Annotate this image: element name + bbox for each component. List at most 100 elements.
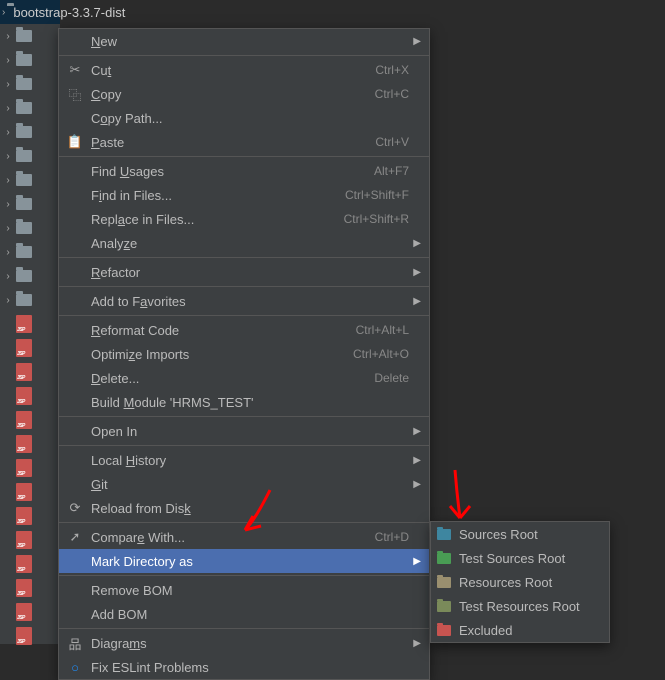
chevron-right-icon: ▶ bbox=[413, 296, 421, 307]
submenu-item-label: Test Resources Root bbox=[459, 599, 580, 614]
tree-folder[interactable]: › bbox=[0, 264, 60, 288]
menu-item-cut[interactable]: ✂CutCtrl+X bbox=[59, 58, 429, 82]
tree-folder[interactable]: › bbox=[0, 96, 60, 120]
menu-item-addbom[interactable]: Add BOM bbox=[59, 602, 429, 626]
menu-item-findusages[interactable]: Find UsagesAlt+F7 bbox=[59, 159, 429, 183]
submenu-item-resources[interactable]: Resources Root bbox=[431, 570, 609, 594]
blank-icon bbox=[67, 322, 83, 338]
tree-jsp-file[interactable] bbox=[0, 624, 60, 648]
menu-item-label: Build Module 'HRMS_TEST' bbox=[91, 395, 409, 410]
menu-item-label: Refactor bbox=[91, 265, 409, 280]
tree-jsp-file[interactable] bbox=[0, 528, 60, 552]
menu-item-paste[interactable]: 📋PasteCtrl+V bbox=[59, 130, 429, 154]
menu-item-diagrams[interactable]: 品Diagrams▶ bbox=[59, 631, 429, 655]
menu-item-label: Mark Directory as bbox=[91, 554, 409, 569]
project-tree[interactable]: › bootstrap-3.3.7-dist ›››››››››››› bbox=[0, 0, 60, 644]
menu-item-optimize[interactable]: Optimize ImportsCtrl+Alt+O bbox=[59, 342, 429, 366]
chevron-right-icon: ▶ bbox=[413, 267, 421, 278]
tree-folder[interactable]: › bbox=[0, 120, 60, 144]
menu-item-delete[interactable]: Delete...Delete bbox=[59, 366, 429, 390]
blank-icon bbox=[67, 264, 83, 280]
menu-item-history[interactable]: Local History▶ bbox=[59, 448, 429, 472]
shortcut-label: Ctrl+Alt+L bbox=[356, 323, 409, 337]
menu-item-new[interactable]: New▶ bbox=[59, 29, 429, 53]
shortcut-label: Ctrl+Shift+R bbox=[344, 212, 409, 226]
tree-jsp-file[interactable] bbox=[0, 456, 60, 480]
jsp-icon bbox=[16, 507, 32, 525]
menu-item-label: Delete... bbox=[91, 371, 374, 386]
blank-icon bbox=[67, 187, 83, 203]
submenu-item-excluded[interactable]: Excluded bbox=[431, 618, 609, 642]
menu-item-findinfiles[interactable]: Find in Files...Ctrl+Shift+F bbox=[59, 183, 429, 207]
chevron-right-icon: › bbox=[2, 103, 14, 114]
menu-item-refactor[interactable]: Refactor ▶ bbox=[59, 260, 429, 284]
tree-folder[interactable]: › bbox=[0, 144, 60, 168]
menu-item-git[interactable]: Git▶ bbox=[59, 472, 429, 496]
tree-folder[interactable]: › bbox=[0, 48, 60, 72]
shortcut-label: Ctrl+X bbox=[375, 63, 409, 77]
menu-item-reformat[interactable]: Reformat CodeCtrl+Alt+L bbox=[59, 318, 429, 342]
tree-jsp-file[interactable] bbox=[0, 360, 60, 384]
folder-icon bbox=[16, 270, 32, 282]
jsp-icon bbox=[16, 459, 32, 477]
tree-jsp-file[interactable] bbox=[0, 552, 60, 576]
tree-jsp-file[interactable] bbox=[0, 480, 60, 504]
menu-item-replaceinfiles[interactable]: Replace in Files...Ctrl+Shift+R bbox=[59, 207, 429, 231]
menu-item-copy[interactable]: ⿻CopyCtrl+C bbox=[59, 82, 429, 106]
tree-folder[interactable]: › bbox=[0, 168, 60, 192]
folder-icon bbox=[16, 150, 32, 162]
menu-item-openin[interactable]: Open In▶ bbox=[59, 419, 429, 443]
menu-item-build[interactable]: Build Module 'HRMS_TEST' bbox=[59, 390, 429, 414]
submenu-item-label: Excluded bbox=[459, 623, 512, 638]
chevron-right-icon: › bbox=[2, 127, 14, 138]
submenu-item-label: Sources Root bbox=[459, 527, 538, 542]
tree-jsp-file[interactable] bbox=[0, 408, 60, 432]
folder-excluded-icon bbox=[437, 625, 451, 636]
submenu-item-sources[interactable]: Sources Root bbox=[431, 522, 609, 546]
tree-jsp-file[interactable] bbox=[0, 432, 60, 456]
context-menu[interactable]: New▶✂CutCtrl+X⿻CopyCtrl+CCopy Path...📋Pa… bbox=[58, 28, 430, 680]
tree-jsp-file[interactable] bbox=[0, 576, 60, 600]
menu-item-label: New bbox=[91, 34, 409, 49]
menu-item-label: Reformat Code bbox=[91, 323, 356, 338]
folder-icon bbox=[16, 78, 32, 90]
submenu-item-testres[interactable]: Test Resources Root bbox=[431, 594, 609, 618]
menu-item-label: Cut bbox=[91, 63, 375, 78]
jsp-icon bbox=[16, 363, 32, 381]
shortcut-label: Ctrl+D bbox=[375, 530, 409, 544]
menu-item-eslint[interactable]: ○Fix ESLint Problems bbox=[59, 655, 429, 679]
menu-item-reload[interactable]: ⟳Reload from Disk bbox=[59, 496, 429, 520]
tree-jsp-file[interactable] bbox=[0, 336, 60, 360]
tree-folder[interactable]: › bbox=[0, 24, 60, 48]
folder-resources-icon bbox=[437, 577, 451, 588]
tree-folder[interactable]: › bbox=[0, 216, 60, 240]
blank-icon bbox=[67, 293, 83, 309]
tree-folder-selected[interactable]: › bootstrap-3.3.7-dist bbox=[0, 0, 60, 24]
tree-jsp-file[interactable] bbox=[0, 312, 60, 336]
eslint-icon: ○ bbox=[67, 659, 83, 675]
tree-jsp-file[interactable] bbox=[0, 600, 60, 624]
menu-item-compare[interactable]: ➚Compare With...Ctrl+D bbox=[59, 525, 429, 549]
menu-item-favorites[interactable]: Add to Favorites▶ bbox=[59, 289, 429, 313]
folder-icon bbox=[16, 246, 32, 258]
menu-item-analyze[interactable]: Analyze▶ bbox=[59, 231, 429, 255]
menu-item-mark[interactable]: Mark Directory as▶ bbox=[59, 549, 429, 573]
chevron-right-icon: ▶ bbox=[413, 238, 421, 249]
tree-jsp-file[interactable] bbox=[0, 504, 60, 528]
menu-item-removebom[interactable]: Remove BOM bbox=[59, 578, 429, 602]
submenu-item-tests[interactable]: Test Sources Root bbox=[431, 546, 609, 570]
tree-folder[interactable]: › bbox=[0, 72, 60, 96]
chevron-right-icon: › bbox=[2, 199, 14, 210]
tree-folder[interactable]: › bbox=[0, 288, 60, 312]
copy-icon: ⿻ bbox=[67, 86, 83, 102]
tree-folder[interactable]: › bbox=[0, 192, 60, 216]
jsp-icon bbox=[16, 387, 32, 405]
chevron-right-icon: › bbox=[2, 79, 14, 90]
menu-item-copypath[interactable]: Copy Path... bbox=[59, 106, 429, 130]
submenu-item-label: Test Sources Root bbox=[459, 551, 565, 566]
chevron-right-icon: › bbox=[2, 247, 14, 258]
submenu-mark-directory[interactable]: Sources Root Test Sources Root Resources R… bbox=[430, 521, 610, 643]
tree-jsp-file[interactable] bbox=[0, 384, 60, 408]
tree-folder[interactable]: › bbox=[0, 240, 60, 264]
chevron-right-icon: ▶ bbox=[413, 479, 421, 490]
